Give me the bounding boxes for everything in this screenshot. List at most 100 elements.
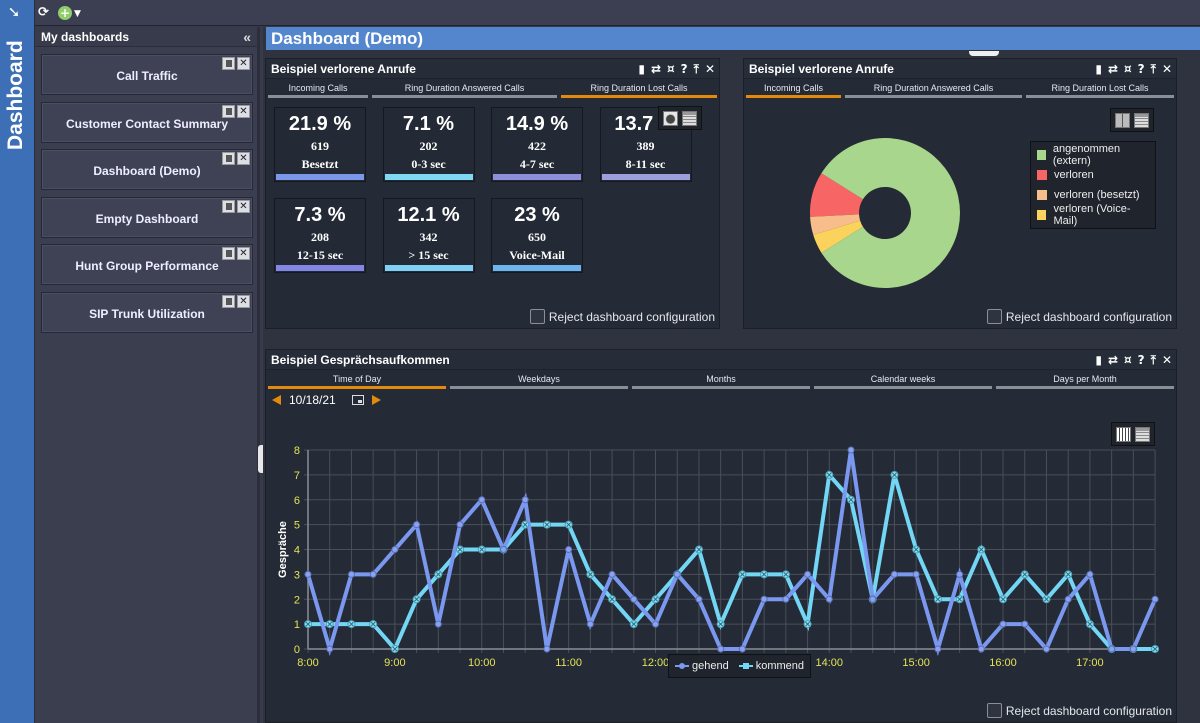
data-point-gehend[interactable] <box>869 595 877 603</box>
data-point-gehend[interactable] <box>326 645 334 653</box>
kpi-tile[interactable]: 21.9 % 619 Besetzt <box>274 107 366 182</box>
refresh-icon[interactable]: ⟳ <box>38 4 54 22</box>
tab-time-of-day[interactable]: Time of Day <box>268 373 446 389</box>
copy-widget-icon[interactable]: ▮ <box>638 61 645 77</box>
kpi-tile[interactable]: 12.1 % 342 > 15 sec <box>382 198 475 273</box>
data-point-kommend[interactable] <box>434 570 443 579</box>
copy-widget-icon[interactable]: ▮ <box>1095 352 1102 368</box>
table-view-icon[interactable] <box>1134 113 1149 128</box>
data-point-gehend[interactable] <box>934 645 942 653</box>
data-point-kommend[interactable] <box>456 545 465 554</box>
data-point-kommend[interactable] <box>738 570 747 579</box>
legend-entry[interactable]: angenommen (extern) <box>1037 143 1149 167</box>
data-point-gehend[interactable] <box>1064 595 1072 603</box>
data-point-kommend[interactable] <box>716 620 725 629</box>
data-point-kommend[interactable] <box>412 595 421 604</box>
data-point-gehend[interactable] <box>586 620 594 628</box>
data-point-gehend[interactable] <box>999 620 1007 628</box>
refresh-widget-icon[interactable]: ⇄ <box>1108 352 1118 368</box>
kpi-tile[interactable]: 23 % 650 Voice-Mail <box>491 198 583 273</box>
data-point-gehend[interactable] <box>695 595 703 603</box>
data-point-kommend[interactable] <box>629 620 638 629</box>
data-point-gehend[interactable] <box>1021 620 1029 628</box>
legend-entry[interactable]: verloren <box>1037 165 1149 185</box>
close-widget-icon[interactable]: ✕ <box>1162 61 1172 77</box>
data-point-gehend[interactable] <box>1042 645 1050 653</box>
data-point-kommend[interactable] <box>694 545 703 554</box>
tab-calendar-weeks[interactable]: Calendar weeks <box>814 373 992 389</box>
data-point-gehend[interactable] <box>456 521 464 529</box>
data-point-kommend[interactable] <box>542 520 551 529</box>
legend-entry[interactable]: kommend <box>738 660 804 672</box>
reject-config-checkbox[interactable] <box>986 309 1002 324</box>
kpi-tile[interactable]: 14.9 % 422 4-7 sec <box>491 107 583 182</box>
data-point-gehend[interactable] <box>369 570 377 578</box>
help-icon[interactable]: ? <box>681 61 688 77</box>
reject-config-checkbox[interactable] <box>986 703 1002 718</box>
tab-incoming-calls[interactable]: Incoming Calls <box>746 82 841 98</box>
data-point-kommend[interactable] <box>304 620 312 629</box>
tab-incoming-calls[interactable]: Incoming Calls <box>268 82 368 98</box>
data-point-gehend[interactable] <box>630 595 638 603</box>
pin-top-icon[interactable]: ⤒ <box>1151 61 1156 77</box>
data-point-gehend[interactable] <box>977 645 985 653</box>
data-point-kommend[interactable] <box>1064 570 1073 579</box>
copy-widget-icon[interactable]: ▮ <box>1095 61 1102 77</box>
data-point-gehend[interactable] <box>956 570 964 578</box>
data-point-kommend[interactable] <box>477 545 486 554</box>
data-point-gehend[interactable] <box>543 645 551 653</box>
title-collapse-handle[interactable] <box>969 51 999 56</box>
chart-view-icon[interactable] <box>1115 113 1130 128</box>
table-view-icon[interactable] <box>682 111 697 126</box>
tab-ring-duration-lost-calls[interactable]: Ring Duration Lost Calls <box>1026 82 1174 98</box>
data-point-gehend[interactable] <box>804 570 812 578</box>
maximize-widget-icon[interactable]: ¤ <box>667 61 675 77</box>
data-point-gehend[interactable] <box>825 595 833 603</box>
chart-view-icon[interactable] <box>663 111 678 126</box>
data-point-kommend[interactable] <box>955 595 964 604</box>
kpi-tile[interactable]: 7.3 % 208 12-15 sec <box>274 198 366 273</box>
close-widget-icon[interactable]: ✕ <box>1162 352 1172 368</box>
data-point-gehend[interactable] <box>738 645 746 653</box>
data-point-gehend[interactable] <box>499 546 507 553</box>
data-point-gehend[interactable] <box>521 496 529 504</box>
kpi-tile[interactable]: 7.1 % 202 0-3 sec <box>382 107 475 182</box>
data-point-gehend[interactable] <box>1151 595 1159 603</box>
legend-entry[interactable]: gehend <box>675 660 729 672</box>
data-point-kommend[interactable] <box>347 620 356 629</box>
previous-date-icon[interactable] <box>272 395 281 405</box>
data-point-kommend[interactable] <box>608 595 617 604</box>
data-point-gehend[interactable] <box>847 446 855 454</box>
dashboard-list-item[interactable]: ✕ Empty Dashboard <box>41 196 253 238</box>
pin-top-icon[interactable]: ⤒ <box>694 61 699 77</box>
data-point-kommend[interactable] <box>586 570 595 579</box>
legend-entry[interactable]: verloren (Voice-Mail) <box>1037 203 1149 227</box>
date-value[interactable]: 10/18/21 <box>289 393 336 407</box>
refresh-widget-icon[interactable]: ⇄ <box>651 61 661 77</box>
data-point-kommend[interactable] <box>390 645 399 653</box>
tab-weekdays[interactable]: Weekdays <box>450 373 628 389</box>
dashboard-list-item[interactable]: ✕ Call Traffic <box>41 54 253 95</box>
data-point-kommend[interactable] <box>977 545 986 554</box>
collapse-sidebar-icon[interactable]: « <box>243 27 251 47</box>
data-point-kommend[interactable] <box>1020 570 1029 579</box>
data-point-kommend[interactable] <box>1085 620 1094 629</box>
data-point-kommend[interactable] <box>1042 595 1051 604</box>
data-point-gehend[interactable] <box>912 570 920 578</box>
data-point-gehend[interactable] <box>652 620 660 628</box>
data-point-kommend[interactable] <box>933 595 942 604</box>
data-point-kommend[interactable] <box>781 570 790 579</box>
tab-ring-duration-answered-calls[interactable]: Ring Duration Answered Calls <box>845 82 1022 98</box>
data-point-kommend[interactable] <box>890 470 899 479</box>
refresh-widget-icon[interactable]: ⇄ <box>1108 61 1118 77</box>
data-point-gehend[interactable] <box>1129 645 1137 653</box>
data-point-gehend[interactable] <box>434 620 442 628</box>
table-view-icon[interactable] <box>1135 427 1150 442</box>
close-widget-icon[interactable]: ✕ <box>705 61 715 77</box>
data-point-kommend[interactable] <box>760 570 769 579</box>
next-date-icon[interactable] <box>371 395 381 405</box>
help-icon[interactable]: ? <box>1138 352 1145 368</box>
dashboard-list-item[interactable]: ✕ Hunt Group Performance <box>41 244 253 285</box>
data-point-gehend[interactable] <box>760 595 768 603</box>
data-point-gehend[interactable] <box>347 570 355 578</box>
